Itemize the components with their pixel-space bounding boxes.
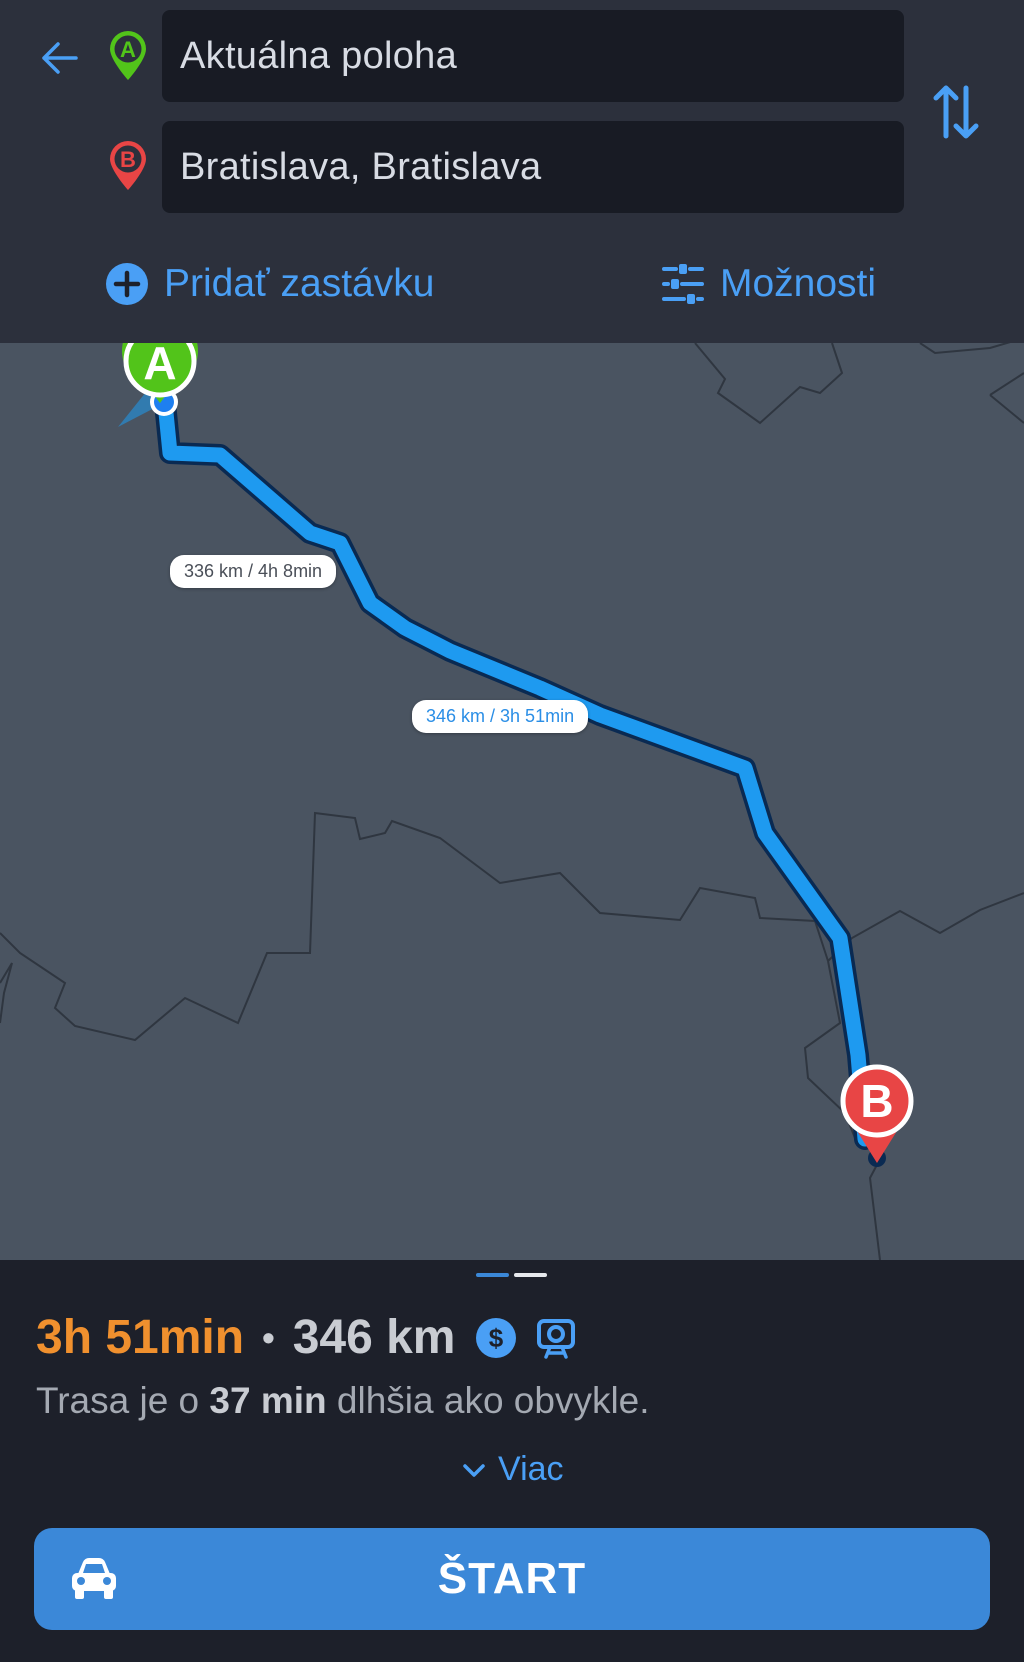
origin-input[interactable]: Aktuálna poloha xyxy=(162,10,904,102)
separator-dot: • xyxy=(262,1316,275,1358)
swap-vertical-icon xyxy=(933,85,979,139)
more-label: Viac xyxy=(498,1450,564,1488)
route-delay-note: Trasa je o 37 min dlhšia ako obvykle. xyxy=(36,1380,650,1422)
origin-marker-letter: A xyxy=(143,343,176,389)
destination-pin-letter: B xyxy=(120,147,136,172)
plus-circle-icon xyxy=(106,263,148,305)
swap-button[interactable] xyxy=(930,82,982,142)
speed-camera-icon xyxy=(537,1318,576,1359)
sliders-icon xyxy=(662,264,704,304)
route-summary-panel: 3h 51min • 346 km $ Trasa je o 37 min dl… xyxy=(0,1260,1024,1662)
options-label: Možnosti xyxy=(720,262,877,305)
toll-dollar-icon: $ xyxy=(476,1317,517,1358)
add-stop-button[interactable]: Pridať zastávku xyxy=(104,258,434,310)
route-map[interactable]: A B 336 km / 4h 8min 346 km / 3h 51min xyxy=(0,343,1024,1260)
route-distance: 346 km xyxy=(292,1311,456,1364)
alternate-route-line[interactable] xyxy=(160,402,870,1140)
origin-marker[interactable]: A xyxy=(122,343,198,403)
add-stop-label: Pridať zastávku xyxy=(164,262,435,305)
origin-pin-letter: A xyxy=(120,37,136,62)
svg-text:$: $ xyxy=(489,1323,504,1353)
start-label: ŠTART xyxy=(437,1554,587,1603)
note-prefix: Trasa je o xyxy=(36,1380,210,1421)
start-navigation-button[interactable]: ŠTART xyxy=(34,1528,990,1630)
selected-route-line[interactable] xyxy=(157,395,873,1147)
page-indicator-inactive[interactable] xyxy=(514,1273,547,1277)
alternate-route-label[interactable]: 336 km / 4h 8min xyxy=(170,555,337,588)
note-suffix: dlhšia ako obvykle. xyxy=(326,1380,650,1421)
back-button[interactable] xyxy=(36,34,84,82)
destination-pin-icon: B xyxy=(106,140,150,192)
page-indicator-active xyxy=(476,1273,509,1277)
map-canvas: A B xyxy=(0,343,1024,1260)
note-delay: 37 min xyxy=(209,1380,327,1421)
destination-marker-pin[interactable]: B xyxy=(840,1064,914,1163)
route-planner-header: A Aktuálna poloha B Bratislava, Bratisla… xyxy=(0,0,1024,343)
chevron-down-icon xyxy=(463,1463,485,1477)
options-button[interactable]: Možnosti xyxy=(660,258,876,310)
selected-route-outline xyxy=(154,392,876,1150)
route-summary: 3h 51min • 346 km $ xyxy=(36,1310,577,1365)
destination-marker-letter: B xyxy=(860,1075,893,1127)
selected-route-label[interactable]: 346 km / 3h 51min xyxy=(412,700,589,733)
origin-pin-icon: A xyxy=(106,30,150,82)
destination-input[interactable]: Bratislava, Bratislava xyxy=(162,121,904,213)
more-button[interactable]: Viac xyxy=(460,1450,564,1489)
route-duration: 3h 51min xyxy=(36,1311,245,1364)
arrow-left-icon xyxy=(42,42,78,74)
